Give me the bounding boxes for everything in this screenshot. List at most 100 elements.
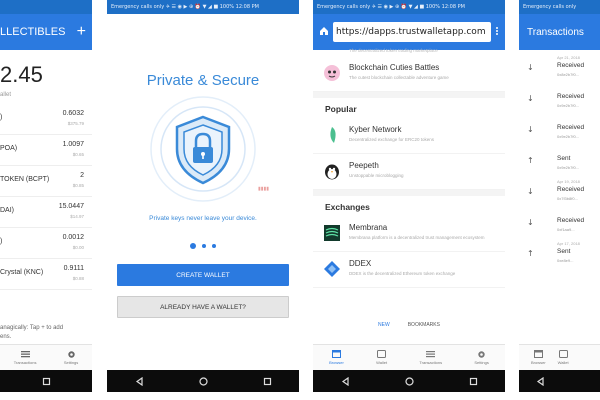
tx-label: Received: [557, 186, 585, 193]
tx-address: 0xf1aa9...: [557, 227, 575, 232]
token-amount: 15.0447: [58, 203, 84, 210]
recents-icon[interactable]: [466, 374, 480, 388]
nav-wallet[interactable]: Wallet: [558, 350, 569, 365]
home-icon[interactable]: [196, 374, 210, 388]
hint-line-1: anagically: Tap + to add: [0, 325, 64, 331]
back-icon[interactable]: [338, 374, 352, 388]
wallet-header: LLECTIBLES +: [0, 14, 92, 50]
tx-date: Apr 19, 2018: [557, 179, 580, 184]
membrana-icon: [324, 225, 340, 241]
token-list: ) 0.6032 $375.79 POA) 1.0097 $0.65 TOKEN (BC…: [0, 104, 92, 290]
list-icon: [426, 350, 436, 358]
nav-browser[interactable]: Browser: [531, 350, 546, 365]
wallet-balance: 2.45: [0, 62, 43, 87]
token-row[interactable]: ) 0.6032 $375.79: [0, 104, 92, 135]
gear-icon: [67, 350, 76, 358]
token-row[interactable]: TOKEN (BCPT) 2 $0.85: [0, 166, 92, 197]
dapp-description: Decentralized exchange for ERC20 tokens: [349, 137, 435, 142]
nav-settings[interactable]: Settings: [474, 350, 489, 365]
more-vert-icon[interactable]: [495, 23, 499, 41]
transactions-title: Transactions: [519, 14, 600, 50]
dapp-desc-partial: The decentralized token trading marketpl…: [349, 48, 438, 53]
tx-label: Sent: [557, 155, 571, 162]
token-row[interactable]: ) 0.0012 $0.00: [0, 228, 92, 259]
token-amount: 2: [80, 172, 84, 179]
page-indicator: [107, 243, 299, 249]
app-screenshots-collage: LLECTIBLES + 2.45 allet ) 0.6032 $375.79 P…: [0, 0, 600, 400]
token-row[interactable]: DAI) 15.0447 $14.97: [0, 197, 92, 228]
onboarding-screen: Emergency calls only ✈ ☰ ◉ ▶ ⊕ ⏰ ▼ ◢ ■ 1…: [107, 0, 299, 392]
gear-icon: [477, 350, 486, 358]
token-row[interactable]: Crystal (KNC) 0.9111 $0.88: [0, 259, 92, 290]
sent-arrow-icon: ↑: [527, 156, 534, 165]
nav-label: Wallet: [376, 360, 388, 365]
status-bar: Emergency calls only ✈ ☰ ◉ ▶ ⊕ ⏰ ▼ ◢ ■ 1…: [107, 0, 299, 14]
onboarding-title: Private & Secure: [146, 72, 260, 89]
tx-label: Sent: [557, 248, 571, 255]
wallet-icon: [377, 350, 387, 358]
dapp-item[interactable]: Blockchain Cuties Battles The cutest blo…: [313, 56, 505, 92]
tx-address: 0x9e2b7f0...: [557, 103, 580, 108]
transaction-row[interactable]: Apr 17, 2018 ↑ Sent 0xe8e9...: [519, 236, 600, 267]
transaction-row[interactable]: Apr 19, 2018 ↓ Received 0x7f3b8f0...: [519, 174, 600, 205]
token-amount: 0.9111: [63, 265, 84, 272]
dapp-name: DDEX: [349, 259, 372, 268]
watermark: ▮▮▮▮: [258, 186, 270, 192]
page-dot-active[interactable]: [190, 243, 196, 249]
tab-new[interactable]: NEW: [378, 322, 390, 328]
token-amount: 0.6032: [62, 110, 84, 117]
transaction-row[interactable]: ↓ Received 0x9e2b7f0...: [519, 81, 600, 112]
home-icon[interactable]: [319, 23, 329, 41]
url-field[interactable]: https://dapps.trustwalletapp.com: [333, 22, 491, 42]
page-dot[interactable]: [202, 244, 206, 248]
nav-browser[interactable]: Browser: [329, 350, 344, 365]
transaction-row[interactable]: ↓ Received 0xf1aa9...: [519, 205, 600, 236]
token-name: ): [0, 114, 3, 121]
hint-line-2: ens.: [0, 334, 12, 340]
transaction-row[interactable]: ↑ Sent 0x9e2b7f0...: [519, 143, 600, 174]
transaction-row[interactable]: ↓ Received 0x9e2b7f0...: [519, 112, 600, 143]
token-usd: $0.65: [72, 152, 84, 157]
dapp-description: DDEX is the decentralized Ethereum token…: [349, 271, 456, 276]
token-row[interactable]: POA) 1.0097 $0.65: [0, 135, 92, 166]
import-wallet-button[interactable]: ALREADY HAVE A WALLET?: [117, 296, 289, 318]
add-token-button[interactable]: +: [77, 23, 86, 41]
kyber-network-icon: [330, 127, 336, 143]
create-wallet-button[interactable]: CREATE WALLET: [117, 264, 289, 286]
dapp-item[interactable]: Kyber Network Decentralized exchange for…: [313, 118, 505, 154]
back-icon[interactable]: [132, 374, 146, 388]
home-icon[interactable]: [402, 374, 416, 388]
status-bar: Emergency calls only: [519, 0, 600, 14]
nav-label: Wallet: [557, 360, 569, 365]
tx-address: 0x9e2b7f0...: [557, 165, 580, 170]
dapp-item[interactable]: Peepeth Unstoppable microblogging: [313, 154, 505, 190]
page-dot[interactable]: [212, 244, 216, 248]
nav-label: Browser: [329, 360, 344, 365]
collectibles-tab[interactable]: LLECTIBLES: [0, 26, 65, 38]
tx-date: Apr 21, 2018: [557, 55, 580, 60]
tx-label: Received: [557, 93, 585, 100]
nav-transactions[interactable]: Transactions: [13, 350, 37, 365]
wallet-screen: LLECTIBLES + 2.45 allet ) 0.6032 $375.79 P…: [0, 0, 92, 392]
browser-icon: [331, 350, 341, 358]
dapp-item[interactable]: DDEX DDEX is the decentralized Ethereum …: [313, 252, 505, 288]
dapp-browser-screen: Emergency calls only ✈ ☰ ◉ ▶ ⊕ ⏰ ▼ ◢ ■ 1…: [313, 0, 505, 392]
dapp-item[interactable]: Membrana Membrana platform is a decentra…: [313, 216, 505, 252]
browser-icon: [533, 350, 543, 358]
transaction-row[interactable]: Apr 21, 2018 ↓ Received 0x8e2b7f0...: [519, 50, 600, 81]
back-icon[interactable]: [533, 374, 547, 388]
status-bar: Emergency calls only ✈ ☰ ◉ ▶ ⊕ ⏰ ▼ ◢ ■ 1…: [313, 0, 505, 14]
nav-settings[interactable]: Settings: [64, 350, 78, 365]
tx-label: Received: [557, 217, 585, 224]
tx-address: 0x8e2b7f0...: [557, 72, 580, 77]
recents-icon[interactable]: [39, 374, 53, 388]
dapp-name: Kyber Network: [349, 125, 402, 134]
nav-label: Transactions: [13, 360, 37, 365]
tx-address: 0x7f3b8f0...: [557, 196, 578, 201]
system-nav-bar: [0, 370, 92, 392]
nav-wallet[interactable]: Wallet: [376, 350, 387, 365]
recents-icon[interactable]: [260, 374, 274, 388]
system-nav-bar: [313, 370, 505, 392]
tab-bookmarks[interactable]: BOOKMARKS: [408, 322, 440, 328]
nav-transactions[interactable]: Transactions: [419, 350, 442, 365]
